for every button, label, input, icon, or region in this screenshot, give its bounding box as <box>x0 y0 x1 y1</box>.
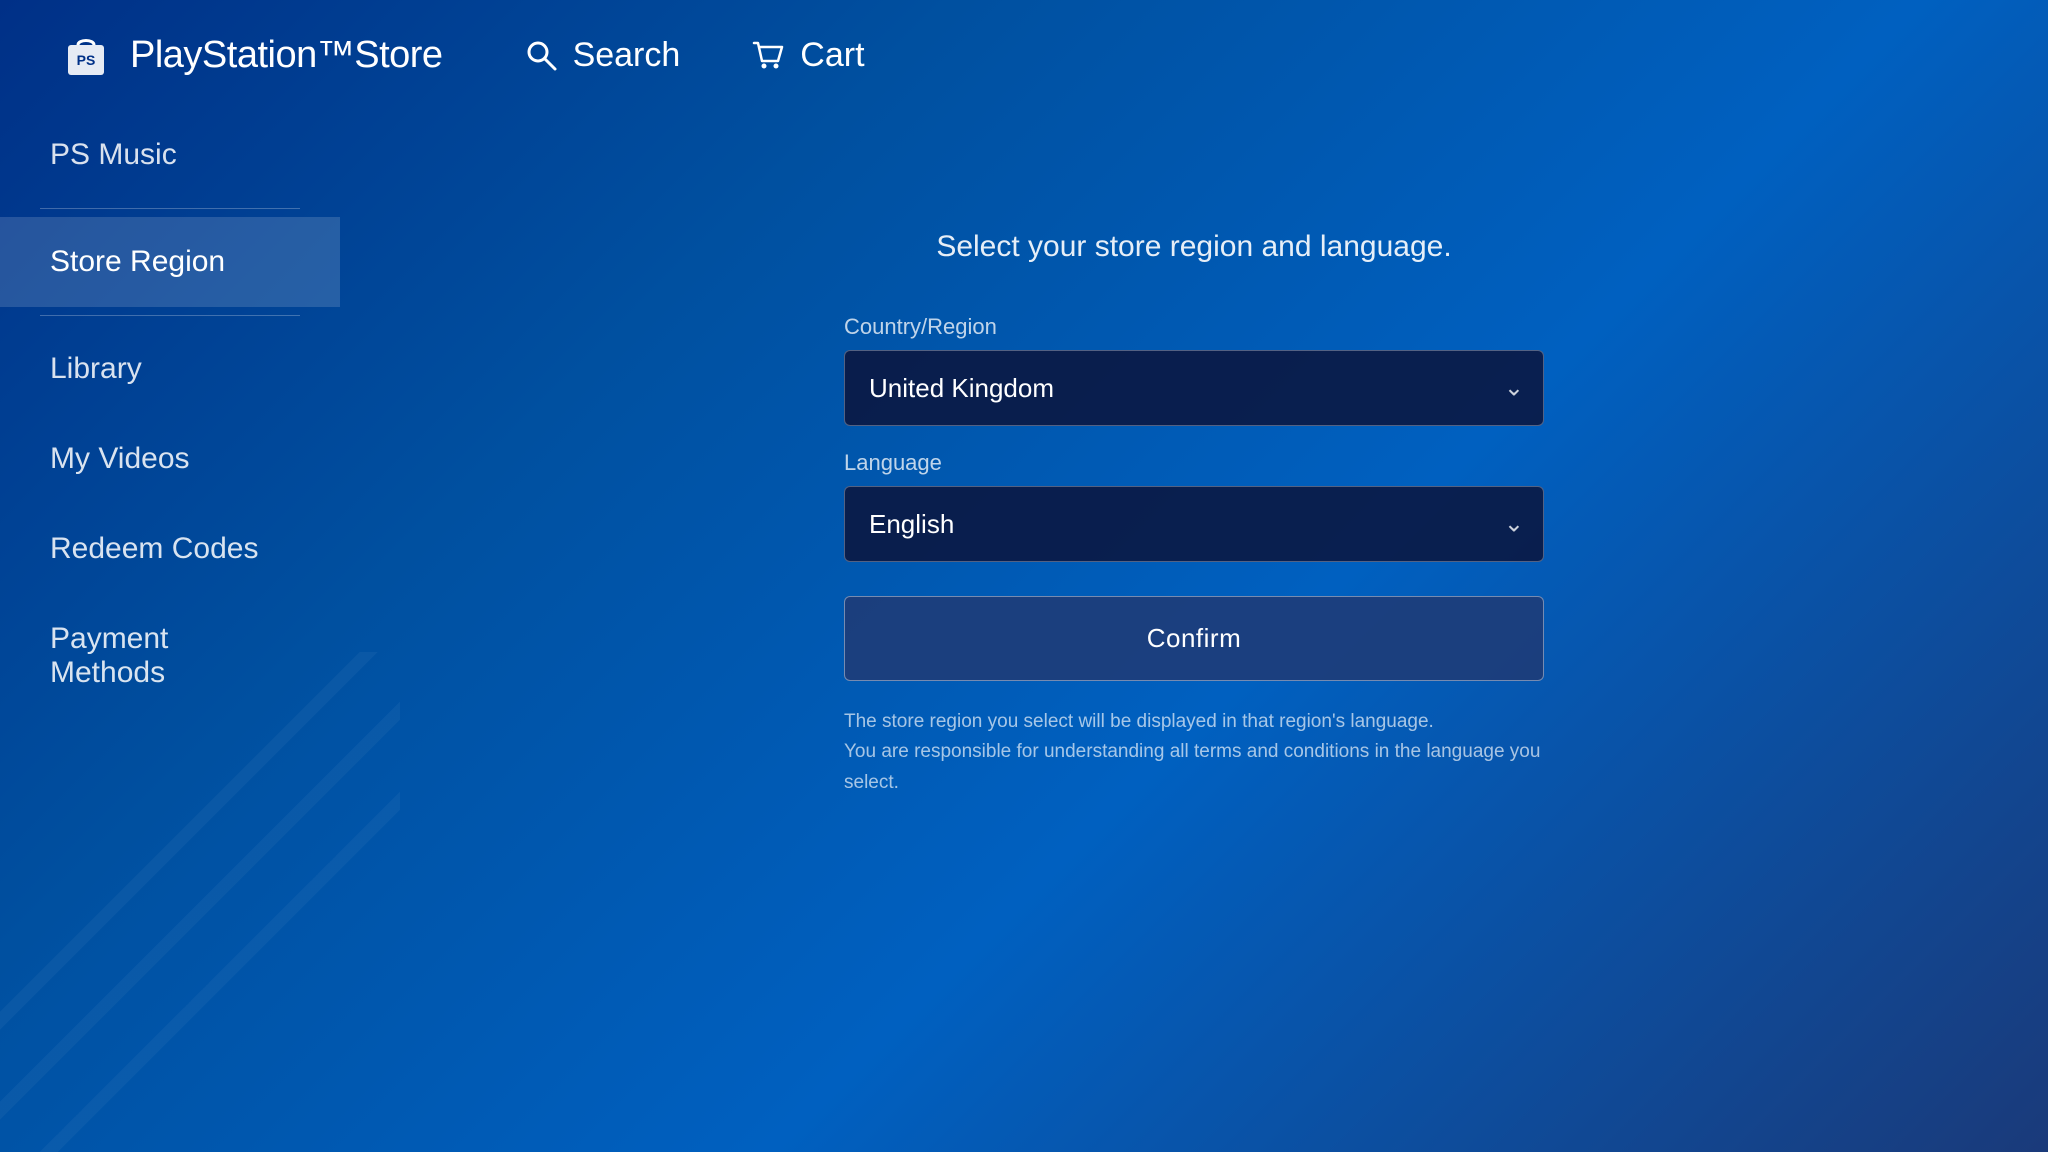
main-layout: PS Music Store Region Library My Videos … <box>0 110 2048 1152</box>
sidebar: PS Music Store Region Library My Videos … <box>0 110 340 1152</box>
country-select-wrapper: United Kingdom United States France Germ… <box>844 350 1544 426</box>
store-region-panel: Select your store region and language. C… <box>844 230 1544 798</box>
language-select[interactable]: English Français Deutsch 日本語 Español <box>844 486 1544 562</box>
sidebar-divider-2 <box>40 315 300 316</box>
sidebar-item-label: Store Region <box>50 245 225 278</box>
country-select[interactable]: United Kingdom United States France Germ… <box>844 350 1544 426</box>
header: PS PlayStation™Store Search Cart <box>0 0 2048 110</box>
language-label: Language <box>844 450 1544 476</box>
svg-text:PS: PS <box>77 52 96 68</box>
language-select-wrapper: English Français Deutsch 日本語 Español ⌄ <box>844 486 1544 562</box>
store-title: PlayStation™Store <box>130 34 443 77</box>
search-icon <box>523 37 559 73</box>
country-label: Country/Region <box>844 314 1544 340</box>
sidebar-divider-1 <box>40 208 300 209</box>
cart-icon <box>750 37 786 73</box>
sidebar-item-my-videos[interactable]: My Videos <box>0 414 340 504</box>
cart-nav-item[interactable]: Cart <box>750 36 864 75</box>
language-form-group: Language English Français Deutsch 日本語 Es… <box>844 450 1544 562</box>
sidebar-item-label: Redeem Codes <box>50 532 258 565</box>
sidebar-item-label: My Videos <box>50 442 190 475</box>
disclaimer-text: The store region you select will be disp… <box>844 707 1544 798</box>
logo-area[interactable]: PS PlayStation™Store <box>60 29 443 81</box>
country-form-group: Country/Region United Kingdom United Sta… <box>844 314 1544 426</box>
playstation-bag-icon: PS <box>60 29 112 81</box>
sidebar-item-label: Library <box>50 352 142 385</box>
content-area: Select your store region and language. C… <box>340 110 2048 1152</box>
header-nav: Search Cart <box>523 36 865 75</box>
cart-label: Cart <box>800 36 864 75</box>
disclaimer-line-2: You are responsible for understanding al… <box>844 741 1540 792</box>
sidebar-item-library[interactable]: Library <box>0 324 340 414</box>
sidebar-item-redeem-codes[interactable]: Redeem Codes <box>0 504 340 594</box>
panel-title: Select your store region and language. <box>844 230 1544 264</box>
disclaimer-line-1: The store region you select will be disp… <box>844 711 1434 732</box>
sidebar-item-store-region[interactable]: Store Region <box>0 217 340 307</box>
sidebar-item-label: PS Music <box>50 138 177 171</box>
sidebar-item-label: Payment Methods <box>50 622 168 689</box>
sidebar-item-ps-music[interactable]: PS Music <box>0 110 340 200</box>
search-nav-item[interactable]: Search <box>523 36 681 75</box>
sidebar-item-payment-methods[interactable]: Payment Methods <box>0 594 340 718</box>
search-label: Search <box>573 36 681 75</box>
confirm-button[interactable]: Confirm <box>844 596 1544 681</box>
